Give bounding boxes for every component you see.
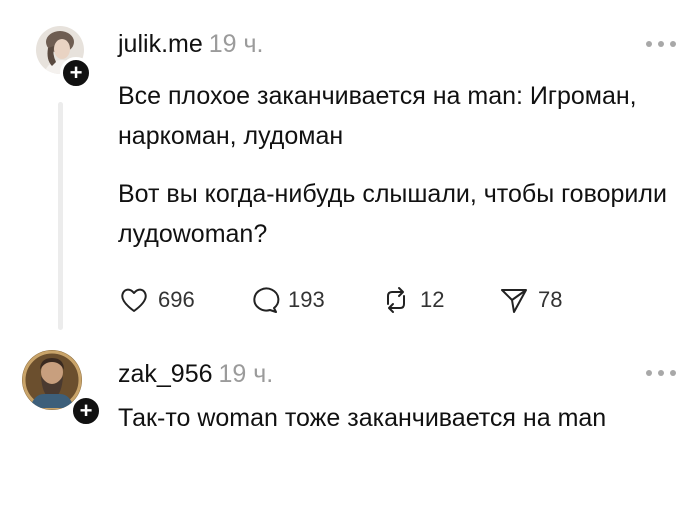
like-button[interactable]: 696	[118, 280, 195, 320]
share-count: 78	[538, 287, 563, 312]
post-header: julik.me 19 ч.	[118, 30, 263, 59]
thread-line	[58, 102, 63, 330]
follow-button[interactable]: +	[70, 395, 102, 427]
post-header: zak_956 19 ч.	[118, 360, 273, 389]
timestamp: 19 ч.	[208, 30, 264, 58]
more-icon[interactable]	[646, 40, 676, 48]
timestamp: 19 ч.	[218, 360, 274, 388]
post-item: + julik.me 19 ч. Все плохое заканчивается…	[0, 0, 700, 340]
post-text: Вот вы когда-нибудь слышали, чтобы говор…	[118, 180, 667, 248]
repost-icon	[387, 287, 405, 313]
repost-button[interactable]: 12	[380, 280, 444, 320]
post-item: + zak_956 19 ч. Так-то woman тоже заканчи…	[0, 340, 700, 506]
share-button[interactable]: 78	[498, 280, 562, 320]
heart-icon	[121, 288, 147, 312]
comment-icon	[253, 287, 280, 313]
post-text: Так-то woman тоже заканчивается на man	[118, 404, 607, 432]
like-count: 696	[158, 287, 195, 312]
username[interactable]: julik.me	[118, 30, 203, 58]
follow-button[interactable]: +	[60, 57, 92, 89]
comment-count: 193	[288, 287, 325, 312]
username[interactable]: zak_956	[118, 360, 213, 388]
comment-button[interactable]: 193	[248, 280, 325, 320]
repost-count: 12	[420, 287, 445, 312]
more-icon[interactable]	[646, 369, 676, 377]
post-text: Все плохое заканчивается на man: Игроман…	[118, 82, 637, 150]
send-icon	[501, 289, 527, 313]
